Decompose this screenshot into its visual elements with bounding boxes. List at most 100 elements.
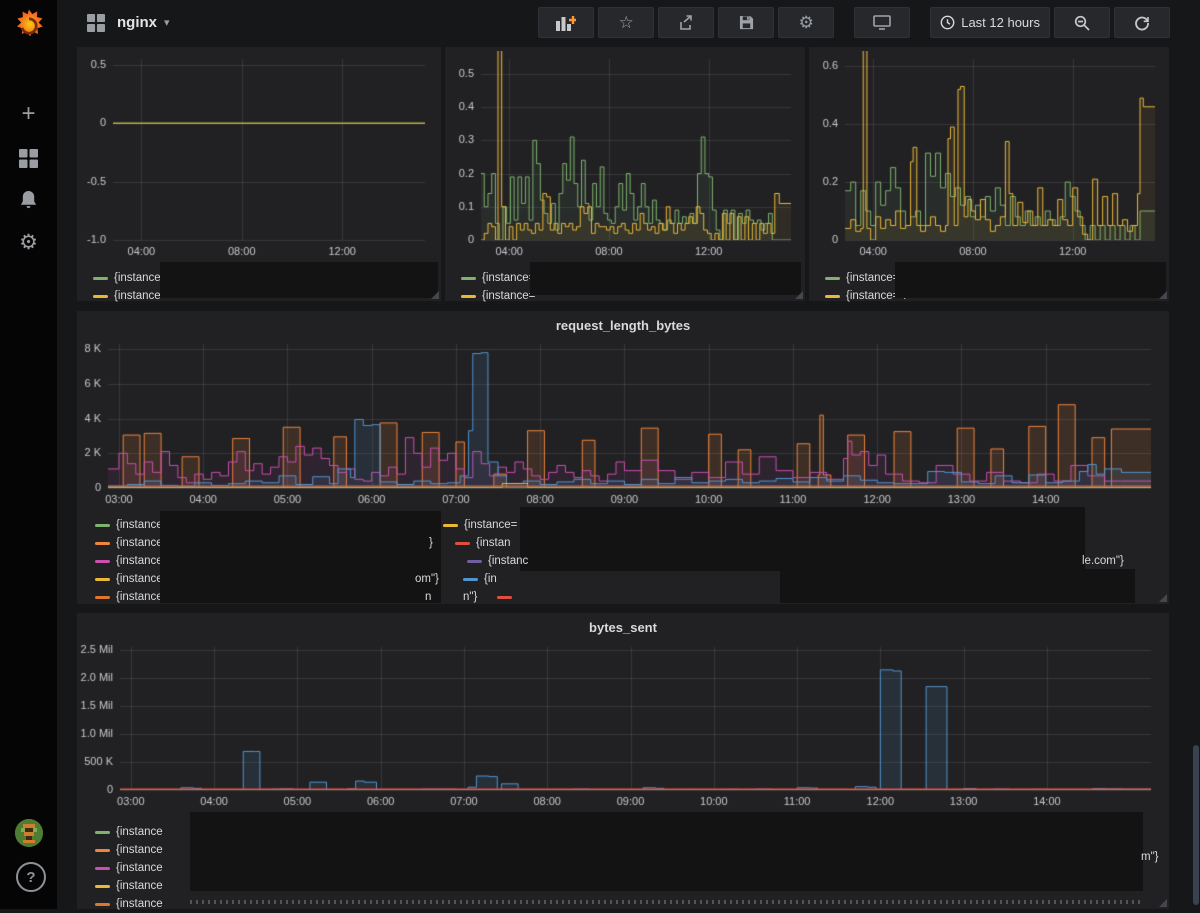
alerting-bell-icon[interactable]	[0, 182, 57, 218]
grafana-dashboard: { "topnav": { "title": "nginx", "time_ra…	[0, 0, 1200, 910]
p1-legend: {instance= {instance=	[93, 269, 167, 305]
legend-series-dash	[497, 595, 512, 599]
create-plus-icon[interactable]: +	[0, 96, 57, 132]
legend-series-dash	[93, 276, 108, 280]
panel-title[interactable]: request_length_bytes	[77, 318, 1169, 333]
gear-glyph: ⚙	[19, 230, 38, 254]
legend-series-dash	[95, 902, 110, 906]
bell-icon	[20, 190, 37, 209]
panel-top-1: {instance= {instance=	[77, 47, 441, 302]
panel-resize-handle[interactable]	[431, 291, 439, 299]
dashboard-title[interactable]: nginx	[117, 14, 157, 31]
legend-series-dash	[461, 294, 476, 298]
panel-resize-handle[interactable]	[1159, 594, 1167, 602]
avatar-pixel-art	[15, 819, 43, 847]
legend-series-dash	[95, 577, 110, 581]
legend-series-dash	[95, 523, 110, 527]
redacted-region	[190, 812, 1143, 891]
user-avatar[interactable]	[15, 819, 43, 847]
legend-item[interactable]: {instan	[443, 534, 528, 552]
legend-series-label: {instance	[116, 826, 163, 838]
zoom-out-icon	[1074, 15, 1090, 31]
legend-series-dash	[95, 848, 110, 852]
legend-series-dash	[95, 559, 110, 563]
legend-item[interactable]: {instance	[95, 895, 163, 913]
legend-item[interactable]: {instance=	[443, 516, 528, 534]
legend-series-dash	[93, 294, 108, 298]
nav-right: ☆ ⚙ Last 12 hours	[538, 7, 1170, 38]
panel-resize-handle[interactable]	[1159, 899, 1167, 907]
bot-legend: {instance {instance {instance {instance {ins…	[95, 823, 163, 913]
sidebar: + ⚙ ?	[0, 0, 57, 909]
legend-item[interactable]: {in	[443, 570, 528, 588]
help-icon[interactable]: ?	[16, 862, 46, 892]
legend-text-fragment: le.com"}	[1082, 555, 1124, 567]
dashboard-area: {instance= {instance= {instance=" {instanc…	[57, 45, 1200, 910]
redacted-region	[895, 262, 1166, 298]
legend-item[interactable]: {instance	[95, 859, 163, 877]
legend-series-dash	[455, 541, 470, 545]
legend-item[interactable]: {instance="	[461, 269, 539, 287]
grafana-logo-icon[interactable]	[11, 8, 47, 44]
p2-chart-canvas[interactable]	[447, 51, 803, 261]
time-range-label: Last 12 hours	[961, 15, 1040, 30]
legend-item[interactable]: {instanc	[443, 552, 528, 570]
help-glyph: ?	[26, 868, 36, 886]
share-button[interactable]	[658, 7, 715, 38]
scrollbar[interactable]	[1193, 745, 1199, 905]
redacted-region	[160, 262, 438, 298]
legend-text-fragment: n"}	[463, 591, 478, 603]
time-range-picker[interactable]: Last 12 hours	[930, 7, 1050, 38]
legend-text-fragment: om"}	[415, 573, 439, 585]
legend-item[interactable]: {instance	[95, 841, 163, 859]
legend-series-dash	[467, 559, 482, 563]
legend-item[interactable]: {instance	[95, 877, 163, 895]
legend-series-dash	[825, 294, 840, 298]
legend-item[interactable]: {instance	[95, 823, 163, 841]
legend-series-label: {instance=	[464, 519, 518, 531]
dashboards-grid-icon[interactable]	[0, 140, 57, 176]
tiny-redacted-text	[190, 900, 1140, 904]
legend-series-label: {in	[484, 573, 497, 585]
legend-item[interactable]: {instance=	[93, 269, 167, 287]
star-button[interactable]: ☆	[598, 7, 655, 38]
legend-text-fragment: }	[429, 537, 433, 549]
p1-chart-canvas[interactable]	[79, 51, 437, 261]
panel-top-2: {instance=" {instance="	[445, 47, 805, 302]
legend-item[interactable]: {instance=	[93, 287, 167, 305]
dashboard-grid-icon[interactable]	[87, 13, 105, 32]
monitor-icon	[873, 15, 892, 30]
mid-legend-right: {instance= {instan {instanc {in	[443, 516, 528, 606]
tv-mode-button[interactable]	[854, 7, 911, 38]
mid-chart-canvas[interactable]	[79, 339, 1165, 511]
bot-chart-canvas[interactable]	[79, 641, 1165, 813]
legend-series-dash	[461, 276, 476, 280]
panel-settings-button[interactable]: ⚙	[778, 7, 835, 38]
legend-series-label: {instance	[116, 898, 163, 910]
zoom-out-button[interactable]	[1054, 7, 1110, 38]
configuration-gear-icon[interactable]: ⚙	[0, 224, 57, 260]
panel-resize-handle[interactable]	[795, 291, 803, 299]
legend-series-dash	[95, 595, 110, 599]
redacted-region	[530, 262, 801, 295]
nav-left: nginx ▾	[87, 13, 170, 32]
panel-top-3: {instance="r {instance="r	[809, 47, 1169, 302]
refresh-button[interactable]	[1114, 7, 1170, 38]
add-panel-button[interactable]	[538, 7, 595, 38]
legend-series-label: {instance	[116, 844, 163, 856]
p2-legend: {instance=" {instance="	[461, 269, 539, 305]
legend-series-dash	[825, 276, 840, 280]
chevron-down-icon[interactable]: ▾	[164, 16, 170, 29]
refresh-icon	[1135, 16, 1149, 30]
panel-request-length-bytes: request_length_bytes {instance=" {instanc…	[77, 311, 1169, 604]
plus-glyph: +	[21, 100, 36, 127]
save-button[interactable]	[718, 7, 775, 38]
legend-item[interactable]: {instance="	[461, 287, 539, 305]
p3-chart-canvas[interactable]	[811, 51, 1167, 261]
panel-resize-handle[interactable]	[1159, 291, 1167, 299]
panel-title[interactable]: bytes_sent	[77, 620, 1169, 635]
redacted-region	[160, 511, 441, 603]
save-icon	[739, 15, 753, 30]
legend-series-label: {instance	[116, 862, 163, 874]
legend-item[interactable]	[443, 588, 528, 606]
